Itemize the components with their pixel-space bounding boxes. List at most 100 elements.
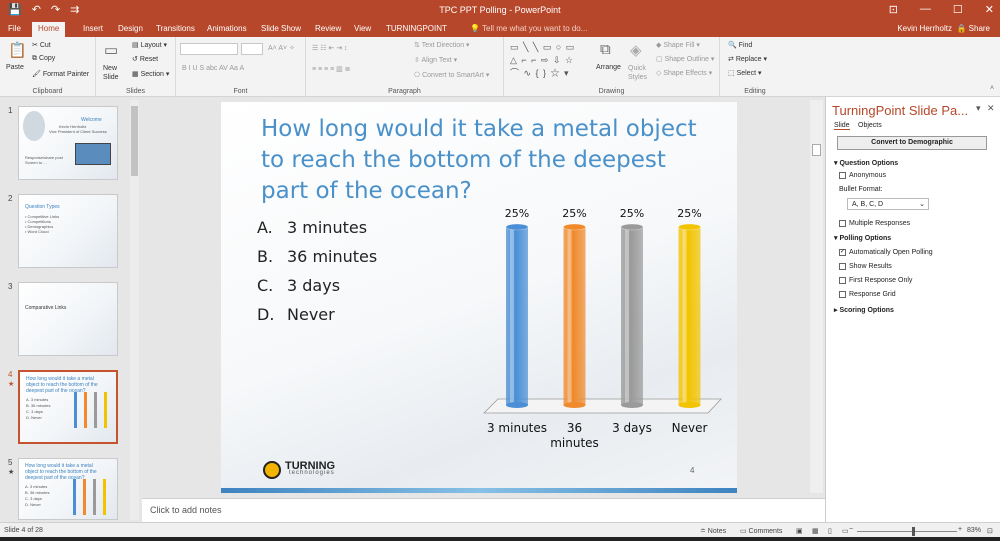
copy-button[interactable]: ⧉ Copy [32,55,55,63]
ribbon-display-icon[interactable]: ⊡ [889,3,898,16]
pane-tab-slide[interactable]: Slide [834,122,850,130]
answer-option[interactable]: C. 3 days [257,276,340,295]
slide-thumbnail-1[interactable]: Welcome Kevin Herrholtz Vice President o… [18,106,118,180]
fit-to-window-icon[interactable]: ⊡ [987,527,993,535]
results-bar-chart[interactable]: 25% 3 minutes 25% 36minutes 25% 3 days 25% Neve… [476,205,736,450]
answer-letter: D. [257,305,275,324]
slide-sorter-icon[interactable]: ▦ [812,527,819,535]
tab-design[interactable]: Design [118,24,143,33]
slides-group: ▭ New Slide ▤ Layout ▾ ↺ Reset ▦ Section… [96,37,176,97]
list-buttons[interactable]: ☰ ☷ ⇤ ⇥ ↕ [312,44,348,52]
thumb-bar [94,392,97,428]
multiple-responses-checkbox[interactable]: Multiple Responses [839,220,910,227]
shapes-gallery[interactable]: ▭ ╲ ╲ ▭ ○ ▭ △ ⌐ ⌐ ⇨ ⇩ ☆ ⌒ ∿ { } ☆ ▾ [510,41,575,80]
collapse-ribbon-icon[interactable]: ˄ [990,85,994,92]
slide-thumbnail-4[interactable]: How long would it take a metal object to… [18,370,118,444]
tab-turningpoint[interactable]: TURNINGPOINT [386,24,447,33]
taskbar-edge [0,537,1000,541]
tab-review[interactable]: Review [315,24,341,33]
text-direction-button[interactable]: ⇅ Text Direction ▾ [414,41,470,49]
pane-options-icon[interactable]: ▾ [976,103,981,114]
tab-view[interactable]: View [354,24,371,33]
tab-insert[interactable]: Insert [83,24,103,33]
tab-slide-show[interactable]: Slide Show [261,24,301,33]
answer-option[interactable]: D. Never [257,305,335,324]
scrollbar-thumb[interactable] [131,106,138,176]
tab-file[interactable]: File [8,24,21,33]
pane-close-icon[interactable]: ✕ [987,103,995,114]
slide-thumbnail-3[interactable]: Comparative Links [18,282,118,356]
first-response-only-checkbox[interactable]: First Response Only [839,277,912,284]
reading-view-icon[interactable]: ▯ [828,527,832,535]
bullet-format-select[interactable]: A, B, C, D ⌄ [847,198,929,210]
slideshow-view-icon[interactable]: ▭ [842,527,849,535]
thumbnails-scrollbar[interactable] [130,100,139,520]
response-grid-checkbox[interactable]: Response Grid [839,291,896,298]
thumb-bar [73,479,76,515]
font-size-buttons[interactable]: A˄ A˅ ✧ [268,44,295,52]
tab-home[interactable]: Home [32,22,66,37]
close-icon[interactable]: ✕ [985,3,994,16]
replace-button[interactable]: ⇄ Replace ▾ [728,55,767,63]
cut-label: Cut [39,42,51,49]
maximize-icon[interactable]: ☐ [953,3,963,16]
zoom-slider-handle[interactable] [912,527,915,536]
font-size-box[interactable] [241,43,263,55]
slide-thumbnail-5[interactable]: How long would it take a metal object to… [18,458,118,520]
slide-canvas[interactable]: How long would it take a metal object to… [221,102,737,493]
shape-outline-button[interactable]: ▢ Shape Outline ▾ [656,55,714,63]
notes-pane[interactable]: Click to add notes [142,498,825,522]
paste-button[interactable]: Paste [6,64,24,71]
font-format-buttons[interactable]: B I U S abc AV Aa A [182,65,244,72]
new-slide-button[interactable]: New Slide [103,64,119,82]
minimize-icon[interactable]: — [920,3,931,16]
notes-toggle[interactable]: ≐ Notes [700,527,726,535]
chart-bar-highlight [510,227,514,405]
normal-view-icon[interactable]: ▣ [796,527,803,535]
zoom-slider[interactable] [857,531,957,532]
window-title: TPC PPT Polling - PowerPoint [439,5,561,15]
shape-fill-button[interactable]: ◆ Shape Fill ▾ [656,41,700,49]
align-text-button[interactable]: ⇳ Align Text ▾ [414,56,457,64]
format-painter-button[interactable]: 🖌 Format Painter [32,70,89,78]
comments-toggle[interactable]: ▭ Comments [740,527,782,535]
share-button[interactable]: 🔒 Share [956,24,990,33]
slide-question-title[interactable]: How long would it take a metal object to… [261,114,701,207]
slide-thumbnails-pane: 1 Welcome Kevin Herrholtz Vice President… [0,97,142,523]
quick-styles-button[interactable]: Quick Styles [628,64,647,82]
chart-bar-base [678,402,701,408]
editor-scrollbar[interactable] [810,100,823,493]
slide-thumbnail-2[interactable]: Question Types • Competitive Links • Com… [18,194,118,268]
zoom-out-icon[interactable]: − [849,526,853,533]
show-results-checkbox[interactable]: Show Results [839,263,892,270]
arrange-button[interactable]: Arrange [596,64,621,71]
shape-effects-button[interactable]: ◇ Shape Effects ▾ [656,69,712,77]
select-button[interactable]: ⬚ Select ▾ [728,69,762,77]
zoom-in-icon[interactable]: + [958,526,962,533]
zoom-level[interactable]: 83% [967,527,981,534]
answer-option[interactable]: B. 36 minutes [257,247,377,266]
answer-option[interactable]: A. 3 minutes [257,218,367,237]
tell-me-search[interactable]: 💡 Tell me what you want to do... [470,24,587,33]
pane-tab-objects[interactable]: Objects [858,122,882,129]
convert-to-demographic-button[interactable]: Convert to Demographic [837,136,987,150]
tab-animations[interactable]: Animations [207,24,247,33]
scoring-options-header[interactable]: ▸ Scoring Options [834,306,894,314]
align-buttons[interactable]: ≡ ≡ ≡ ≡ ▥ ≣ [312,65,351,73]
user-name[interactable]: Kevin Herrholtz [897,24,952,33]
polling-options-header[interactable]: ▾ Polling Options [834,234,891,242]
section-button[interactable]: ▦ Section ▾ [132,70,169,78]
find-button[interactable]: 🔍 Find [728,41,752,49]
scrollbar-thumb[interactable] [812,144,821,156]
anonymous-checkbox[interactable]: Anonymous [839,172,886,179]
convert-smartart-button[interactable]: ⎔ Convert to SmartArt ▾ [414,71,489,79]
reset-button[interactable]: ↺ Reset [132,55,158,63]
format-painter-label: Format Painter [42,71,90,78]
question-options-header[interactable]: ▾ Question Options [834,159,898,167]
font-name-box[interactable] [180,43,238,55]
layout-button[interactable]: ▤ Layout ▾ [132,41,167,49]
tab-transitions[interactable]: Transitions [156,24,195,33]
thumb-number: 1 [8,106,13,115]
cut-button[interactable]: ✂ Cut [32,41,51,49]
auto-open-polling-checkbox[interactable]: ✓ Automatically Open Polling [839,249,933,256]
